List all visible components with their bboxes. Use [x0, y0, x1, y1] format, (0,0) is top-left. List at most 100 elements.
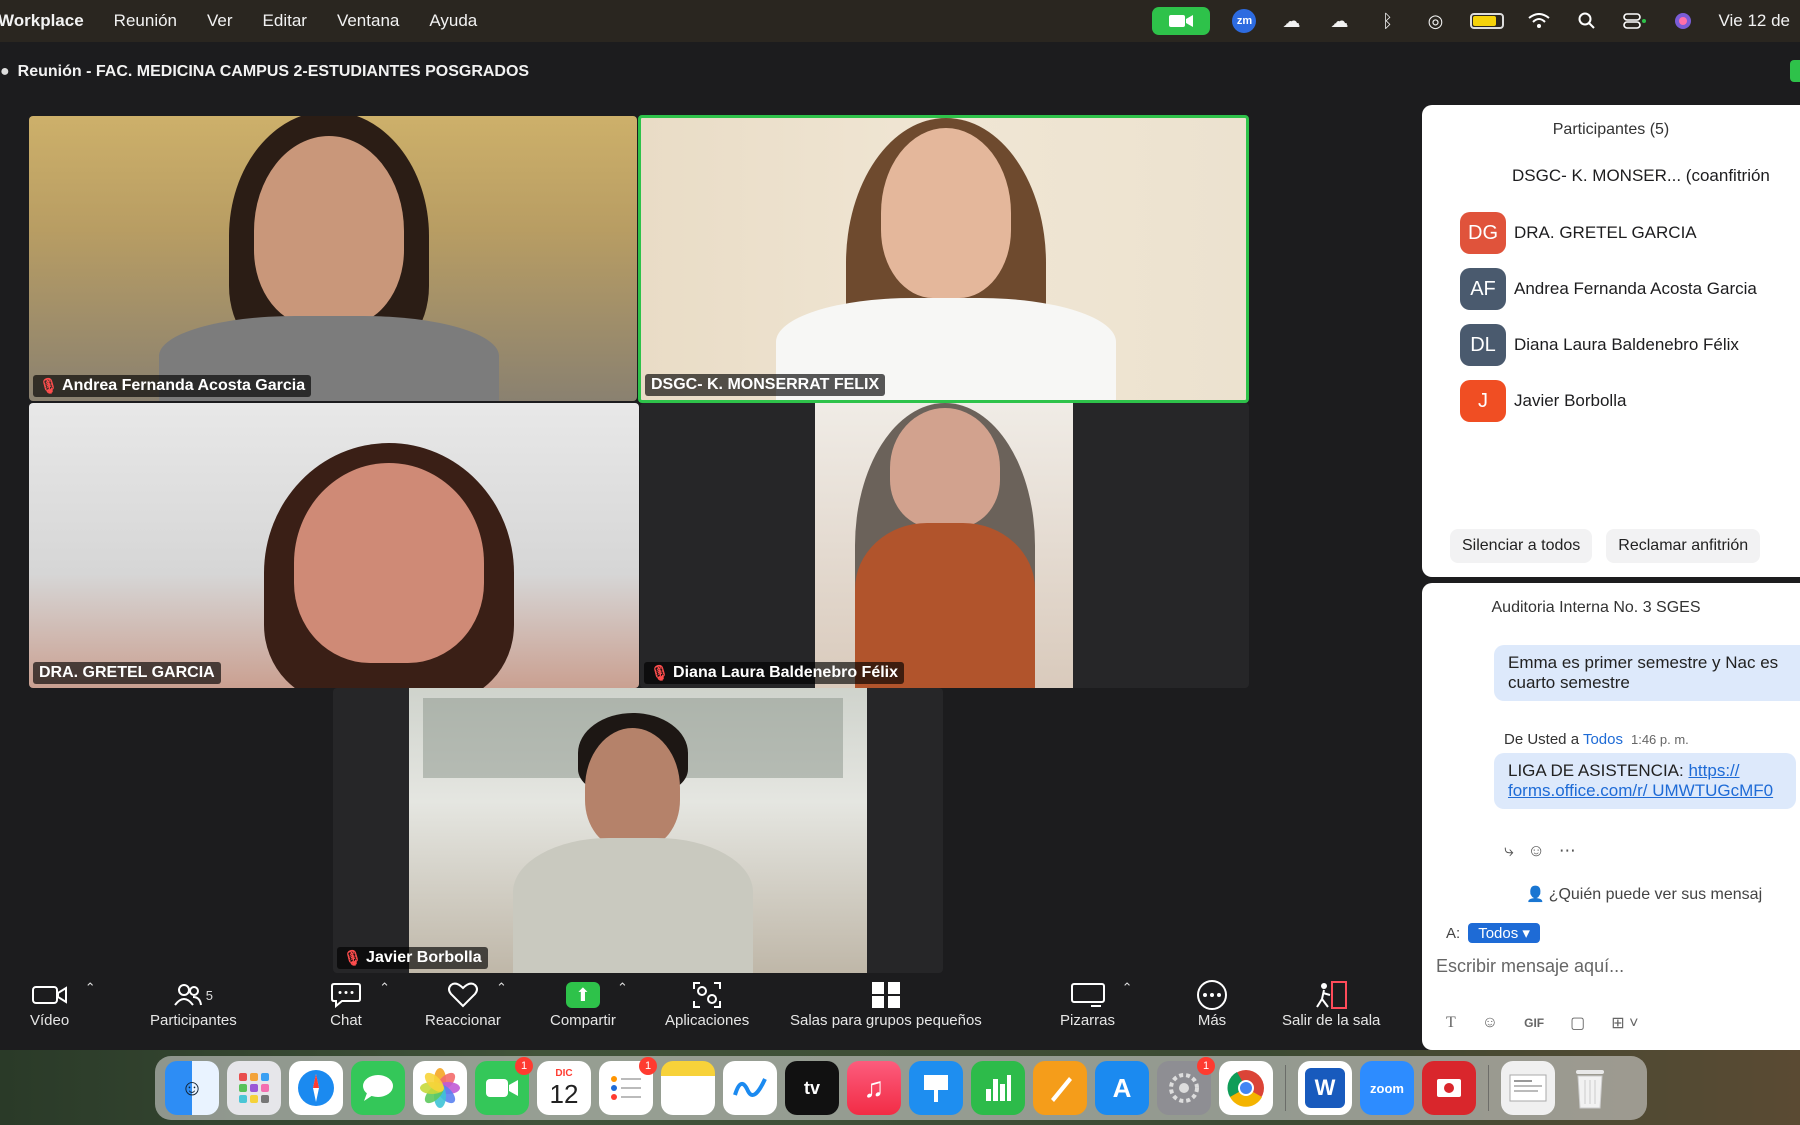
keynote-icon[interactable] — [909, 1061, 963, 1115]
siri-icon[interactable] — [1670, 9, 1696, 33]
claim-host-button[interactable]: Reclamar anfitrión — [1606, 529, 1761, 563]
participants-panel-title: Participantes (5) — [1552, 121, 1670, 138]
chat-recipient-link[interactable]: Todos — [1583, 731, 1623, 748]
meeting-toolbar: ⌃ Vídeo 5 Participantes ⌃ Chat ⌃ Reaccio… — [0, 978, 1422, 1050]
freeform-icon[interactable] — [723, 1061, 777, 1115]
zoom-icon[interactable]: zoom — [1360, 1061, 1414, 1115]
numbers-icon[interactable] — [971, 1061, 1025, 1115]
mute-all-button[interactable]: Silenciar a todos — [1450, 529, 1593, 563]
participant-row[interactable]: J Javier Borbolla — [1422, 373, 1800, 429]
notification-badge: 1 — [515, 1057, 533, 1075]
zoom-menubar-icon[interactable]: zm — [1232, 9, 1257, 33]
recipient-dropdown[interactable]: Todos ▾ — [1468, 923, 1540, 943]
menubar-datetime[interactable]: Vie 12 de — [1718, 11, 1790, 31]
more-dots-icon — [1195, 978, 1229, 1012]
leave-room-button[interactable]: Salir de la sala — [1282, 978, 1380, 1029]
text-format-icon[interactable]: T — [1446, 1014, 1456, 1032]
safari-icon[interactable] — [289, 1061, 343, 1115]
pages-icon[interactable] — [1033, 1061, 1087, 1115]
battery-icon[interactable] — [1470, 13, 1505, 29]
chevron-up-icon[interactable]: ⌃ — [1122, 980, 1133, 996]
leave-door-icon — [1314, 978, 1348, 1012]
menu-reunion[interactable]: Reunión — [114, 11, 177, 31]
participant-row-cohost[interactable]: DSGC- K. MONSER... (coanfitrión — [1422, 161, 1800, 191]
chevron-up-icon[interactable]: ⌃ — [85, 980, 96, 996]
facetime-icon[interactable]: 1 — [475, 1057, 533, 1115]
video-tile-gretel[interactable]: DRA. GRETEL GARCIA — [29, 403, 639, 688]
calendar-icon[interactable]: DIC 12 — [537, 1061, 591, 1115]
gif-button[interactable]: GIF — [1524, 1016, 1544, 1030]
music-icon[interactable]: ♫ — [847, 1061, 901, 1115]
participants-icon: ● — [0, 63, 10, 80]
launchpad-icon[interactable] — [227, 1061, 281, 1115]
video-tile-diana[interactable]: 🎙 Diana Laura Baldenebro Félix — [640, 403, 1249, 688]
react-button[interactable]: ⌃ Reaccionar — [425, 978, 507, 1029]
messages-icon[interactable] — [351, 1061, 405, 1115]
heart-icon: ⌃ — [447, 978, 507, 1012]
participant-name-label: 🎙 Andrea Fernanda Acosta Garcia — [33, 375, 312, 397]
menu-ventana[interactable]: Ventana — [337, 11, 399, 31]
chat-button[interactable]: ⌃ Chat — [330, 978, 390, 1029]
bluetooth-icon[interactable]: ᛒ — [1374, 9, 1400, 33]
avatar: DG — [1460, 212, 1506, 254]
wifi-icon[interactable] — [1526, 9, 1552, 33]
search-icon[interactable] — [1574, 9, 1600, 33]
muted-mic-icon: 🎙 — [650, 665, 670, 682]
video-tile-andrea[interactable]: 🎙 Andrea Fernanda Acosta Garcia — [29, 116, 637, 401]
app-menu[interactable]: Workplace — [0, 11, 84, 31]
zoom-camera-status-icon[interactable] — [1152, 7, 1211, 35]
cloud-error-icon[interactable]: ☁ — [1326, 9, 1352, 33]
participant-row[interactable]: AF Andrea Fernanda Acosta Garcia — [1422, 261, 1800, 317]
recent-document-icon[interactable] — [1501, 1061, 1555, 1115]
person-icon: 👤 — [1526, 886, 1545, 903]
participant-row[interactable]: DL Diana Laura Baldenebro Félix — [1422, 317, 1800, 373]
video-button[interactable]: ⌃ Vídeo — [30, 978, 96, 1029]
menu-ayuda[interactable]: Ayuda — [429, 11, 477, 31]
chat-message-input[interactable] — [1436, 951, 1786, 981]
video-tile-javier[interactable]: 🎙 Javier Borbolla — [333, 688, 943, 973]
cloud-sync-icon[interactable]: ☁ — [1278, 9, 1304, 33]
airdrop-icon[interactable]: ◎ — [1422, 9, 1448, 33]
chrome-icon[interactable] — [1219, 1061, 1273, 1115]
breakout-rooms-icon — [871, 978, 901, 1012]
share-button[interactable]: ⬆ ⌃ Compartir — [550, 978, 628, 1029]
notes-icon[interactable] — [661, 1061, 715, 1115]
menu-editar[interactable]: Editar — [263, 11, 307, 31]
who-can-see-link[interactable]: 👤 ¿Quién puede ver sus mensaj — [1526, 885, 1762, 904]
share-screen-icon: ⬆ — [565, 982, 600, 1008]
apps-button[interactable]: Aplicaciones — [665, 978, 749, 1029]
trash-icon[interactable] — [1563, 1061, 1617, 1115]
more-options-icon[interactable]: ⋯ — [1559, 841, 1576, 861]
chevron-up-icon[interactable]: ⌃ — [617, 980, 628, 996]
menu-ver[interactable]: Ver — [207, 11, 233, 31]
word-icon[interactable]: W — [1298, 1061, 1352, 1115]
participant-name-label: 🎙 Javier Borbolla — [337, 947, 488, 969]
reminders-icon[interactable]: 1 — [599, 1057, 657, 1115]
more-button[interactable]: Más — [1195, 978, 1229, 1029]
participant-name: DRA. GRETEL GARCIA — [1514, 223, 1697, 242]
participant-row[interactable]: DG DRA. GRETEL GARCIA — [1422, 205, 1800, 261]
reply-icon[interactable]: ⤷ — [1504, 841, 1514, 861]
emoji-react-icon[interactable]: ☺ — [1528, 841, 1545, 861]
participants-button[interactable]: 5 Participantes — [150, 978, 237, 1029]
photos-icon[interactable] — [413, 1061, 467, 1115]
screenshot-icon[interactable]: ⊞ ˅ — [1611, 1013, 1638, 1033]
chevron-up-icon[interactable]: ⌃ — [496, 980, 507, 996]
chat-message: Emma es primer semestre y Nac es cuarto … — [1494, 645, 1800, 701]
breakout-rooms-button[interactable]: Salas para grupos pequeños — [790, 978, 982, 1029]
finder-icon[interactable]: ☺ — [165, 1061, 219, 1115]
system-settings-icon[interactable]: 1 — [1157, 1057, 1215, 1115]
whiteboards-button[interactable]: ⌃ Pizarras — [1060, 978, 1133, 1029]
app-store-icon[interactable]: A — [1095, 1061, 1149, 1115]
apple-tv-icon[interactable]: tv — [785, 1061, 839, 1115]
encryption-shield-icon[interactable] — [1790, 60, 1800, 82]
video-tile-monserrat[interactable]: DSGC- K. MONSERRAT FELIX — [638, 115, 1249, 403]
chevron-up-icon[interactable]: ⌃ — [379, 980, 390, 996]
notification-badge: 1 — [1197, 1057, 1215, 1075]
photo-booth-icon[interactable] — [1422, 1061, 1476, 1115]
control-center-icon[interactable] — [1622, 9, 1648, 33]
file-icon[interactable]: ▢ — [1570, 1013, 1585, 1033]
dock-separator — [1488, 1065, 1489, 1111]
to-label: A: — [1446, 924, 1461, 942]
emoji-icon[interactable]: ☺ — [1482, 1014, 1498, 1032]
